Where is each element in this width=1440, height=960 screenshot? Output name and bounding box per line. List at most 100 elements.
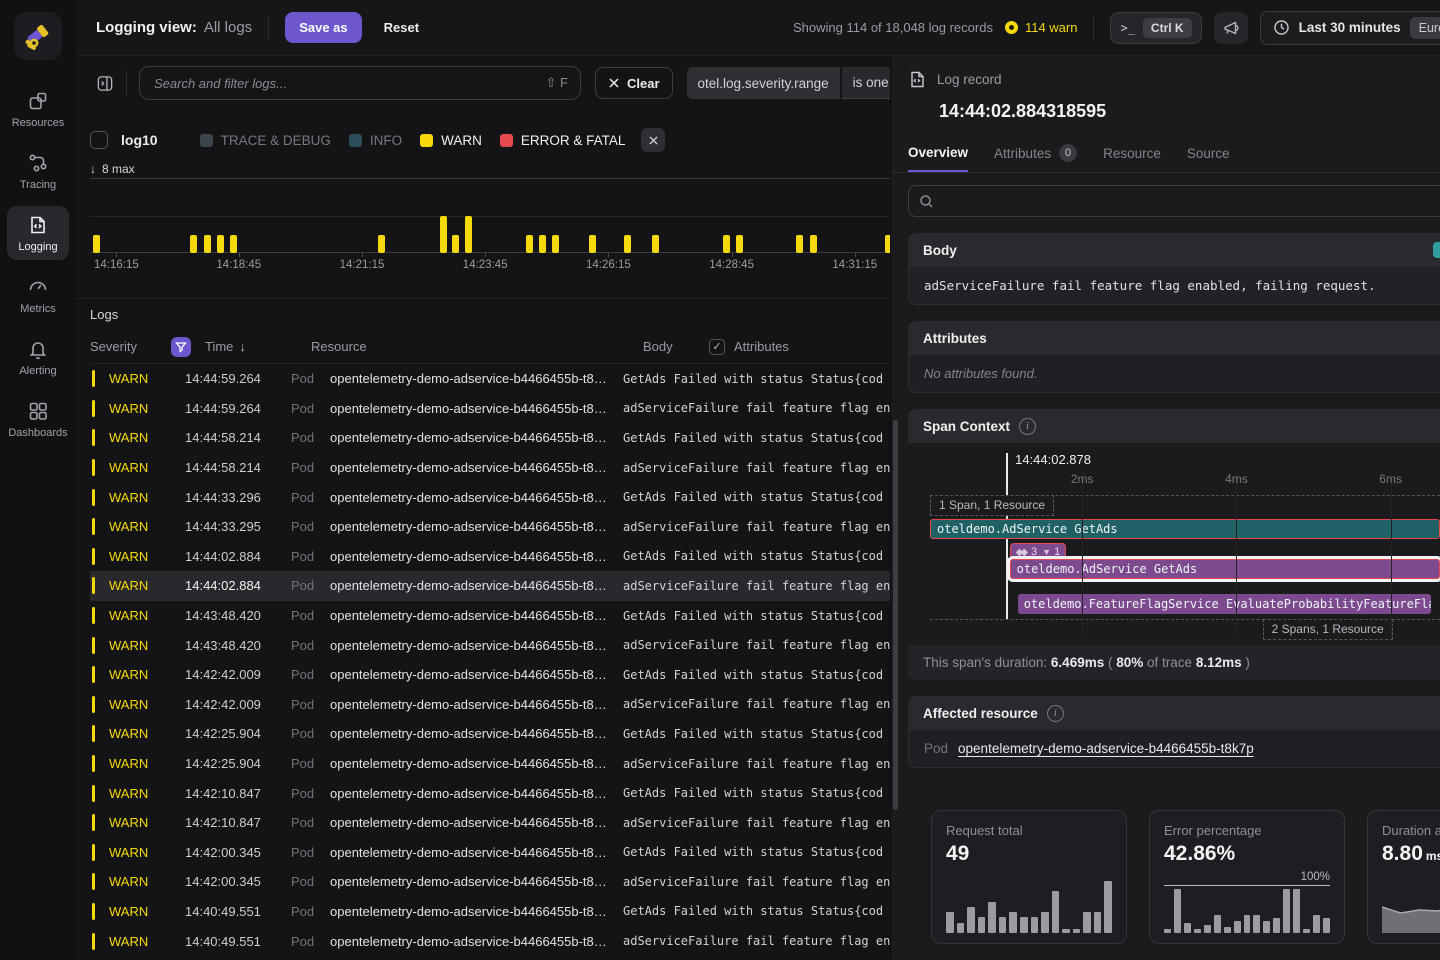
histogram-bar [736, 235, 743, 254]
trace-duration-value: 8.12ms [1196, 655, 1242, 670]
scrollbar-thumb[interactable] [893, 420, 898, 810]
sidebar-item-label: Resources [12, 117, 65, 129]
filter-chip-key[interactable]: otel.log.severity.range [687, 67, 840, 99]
mini-bar [1204, 925, 1211, 933]
span-bar-adservice-root[interactable]: oteldemo.AdService GetAds [930, 519, 1440, 539]
query-checkbox[interactable] [90, 131, 108, 149]
log-search-input[interactable] [152, 75, 546, 92]
mini-bar [1313, 915, 1320, 933]
resource-link[interactable]: opentelemetry-demo-adservice-b4466455b-t… [958, 741, 1254, 756]
waterfall-gridline [1236, 473, 1237, 637]
reset-button[interactable]: Reset [378, 19, 425, 36]
attributes-checkbox[interactable]: ✓ [709, 339, 725, 355]
severity-filter-button[interactable] [171, 337, 191, 357]
sidebar-item-resources[interactable]: Resources [7, 82, 69, 136]
column-body[interactable]: Body [627, 339, 705, 354]
mini-bar [1062, 929, 1070, 933]
table-row[interactable]: WARN14:40:49.551Podopentelemetry-demo-ad… [90, 897, 890, 927]
table-row[interactable]: WARN14:40:49.551Podopentelemetry-demo-ad… [90, 926, 890, 956]
time-range-button[interactable]: Last 30 minutes Europ [1260, 11, 1440, 45]
detail-search-box[interactable] [908, 185, 1440, 217]
resources-icon [27, 90, 49, 112]
table-row[interactable]: WARN14:42:42.009Podopentelemetry-demo-ad… [90, 690, 890, 720]
tab-source[interactable]: Source [1187, 144, 1230, 172]
mini-bar [1194, 929, 1201, 933]
table-row[interactable]: WARN14:44:58.214Podopentelemetry-demo-ad… [90, 423, 890, 453]
log-search-box[interactable]: ⇧ F [139, 66, 581, 100]
tab-overview[interactable]: Overview [908, 144, 968, 172]
table-row[interactable]: WARN14:42:10.847Podopentelemetry-demo-ad… [90, 808, 890, 838]
mini-bar [1283, 889, 1290, 933]
affected-resource-content: Pod opentelemetry-demo-adservice-b446645… [908, 730, 1440, 768]
table-row[interactable]: WARN14:42:10.847Podopentelemetry-demo-ad… [90, 778, 890, 808]
column-time[interactable]: Time ↓ [191, 339, 297, 354]
histogram-bar [217, 235, 224, 254]
legend-item-info[interactable]: INFO [349, 133, 402, 148]
row-resource-kind: Pod [277, 578, 321, 593]
dashboards-icon [27, 400, 49, 422]
table-row[interactable]: WARN14:42:00.345Podopentelemetry-demo-ad… [90, 838, 890, 868]
detail-search-input[interactable] [942, 193, 1430, 210]
legend-item-warn[interactable]: WARN [420, 133, 482, 148]
table-row[interactable]: WARN14:44:02.884Podopentelemetry-demo-ad… [90, 571, 890, 601]
table-row[interactable]: WARN14:42:25.904Podopentelemetry-demo-ad… [90, 719, 890, 749]
row-resource-name: opentelemetry-demo-adservice-b4466455b-t… [321, 490, 607, 505]
table-row[interactable]: WARN14:42:00.345Podopentelemetry-demo-ad… [90, 867, 890, 897]
column-resource[interactable]: Resource [297, 339, 627, 354]
mini-bar [1273, 918, 1280, 933]
table-row[interactable]: WARN14:44:59.264Podopentelemetry-demo-ad… [90, 364, 890, 394]
table-row[interactable]: WARN14:43:48.420Podopentelemetry-demo-ad… [90, 630, 890, 660]
span-bar-featureflag[interactable]: oteldemo.FeatureFlagService EvaluateProb… [1018, 594, 1431, 614]
filter-chip-operator[interactable]: is one of [842, 67, 890, 99]
row-resource-kind: Pod [277, 638, 321, 653]
sidebar-item-logging[interactable]: Logging [7, 206, 69, 260]
sidebar-item-dashboards[interactable]: Dashboards [7, 392, 69, 446]
command-palette-button[interactable]: >_ Ctrl K [1110, 12, 1201, 44]
span-bar-adservice-child[interactable]: oteldemo.AdService GetAds [1010, 559, 1440, 579]
severity-label: WARN [95, 786, 171, 801]
table-row[interactable]: WARN14:44:58.214Podopentelemetry-demo-ad… [90, 453, 890, 483]
span-context-header: Span Context i [908, 409, 1440, 443]
arrow-down-icon: ↓ [90, 162, 96, 176]
legend-item-trace-debug[interactable]: TRACE & DEBUG [200, 133, 331, 148]
save-as-button[interactable]: Save as [285, 12, 361, 43]
row-resource-name: opentelemetry-demo-adservice-b4466455b-t… [321, 874, 607, 889]
attributes-toggle[interactable]: ✓ Attributes [705, 339, 789, 355]
tracing-icon [27, 152, 49, 174]
clear-filters-button[interactable]: Clear [595, 67, 673, 99]
legend-item-error-fatal[interactable]: ERROR & FATAL [500, 133, 626, 148]
log-detail-panel: Log record 14:44:02.884318595 Overview A… [890, 56, 1440, 960]
table-row[interactable]: WARN14:42:42.009Podopentelemetry-demo-ad… [90, 660, 890, 690]
table-row[interactable]: WARN14:44:33.295Podopentelemetry-demo-ad… [90, 512, 890, 542]
mini-bar [1214, 915, 1221, 933]
sidebar-nav: Resources Tracing Logging Metrics Alerti… [7, 82, 69, 446]
info-icon[interactable]: i [1019, 418, 1036, 435]
table-row[interactable]: WARN14:44:33.296Podopentelemetry-demo-ad… [90, 482, 890, 512]
sidebar-item-metrics[interactable]: Metrics [7, 268, 69, 322]
tab-resource[interactable]: Resource [1103, 144, 1161, 172]
severity-label: WARN [95, 845, 171, 860]
info-icon[interactable]: i [1047, 705, 1064, 722]
table-row[interactable]: WARN14:43:48.420Podopentelemetry-demo-ad… [90, 601, 890, 631]
table-row-partial[interactable] [90, 956, 890, 960]
row-time: 14:42:25.904 [171, 726, 277, 741]
warn-status-icon [1005, 21, 1018, 34]
panel-toggle-button[interactable] [90, 68, 120, 98]
table-row[interactable]: WARN14:44:02.884Podopentelemetry-demo-ad… [90, 542, 890, 572]
severity-label: WARN [95, 667, 171, 682]
row-resource-name: opentelemetry-demo-adservice-b4466455b-t… [321, 371, 607, 386]
main-content: ⇧ F Clear otel.log.severity.range is one… [76, 56, 890, 960]
axis-tick-label: 14:28:45 [709, 259, 754, 271]
legend-close-button[interactable] [641, 128, 665, 152]
duration-area-chart [1382, 877, 1440, 933]
attributes-count-badge: 0 [1059, 144, 1077, 162]
app-logo[interactable] [14, 12, 62, 60]
row-resource-kind: Pod [277, 430, 321, 445]
announce-button[interactable] [1214, 12, 1248, 44]
table-row[interactable]: WARN14:42:25.904Podopentelemetry-demo-ad… [90, 749, 890, 779]
sidebar-item-tracing[interactable]: Tracing [7, 144, 69, 198]
severity-label: WARN [95, 726, 171, 741]
table-row[interactable]: WARN14:44:59.264Podopentelemetry-demo-ad… [90, 394, 890, 424]
tab-attributes[interactable]: Attributes 0 [994, 144, 1077, 172]
sidebar-item-alerting[interactable]: Alerting [7, 330, 69, 384]
